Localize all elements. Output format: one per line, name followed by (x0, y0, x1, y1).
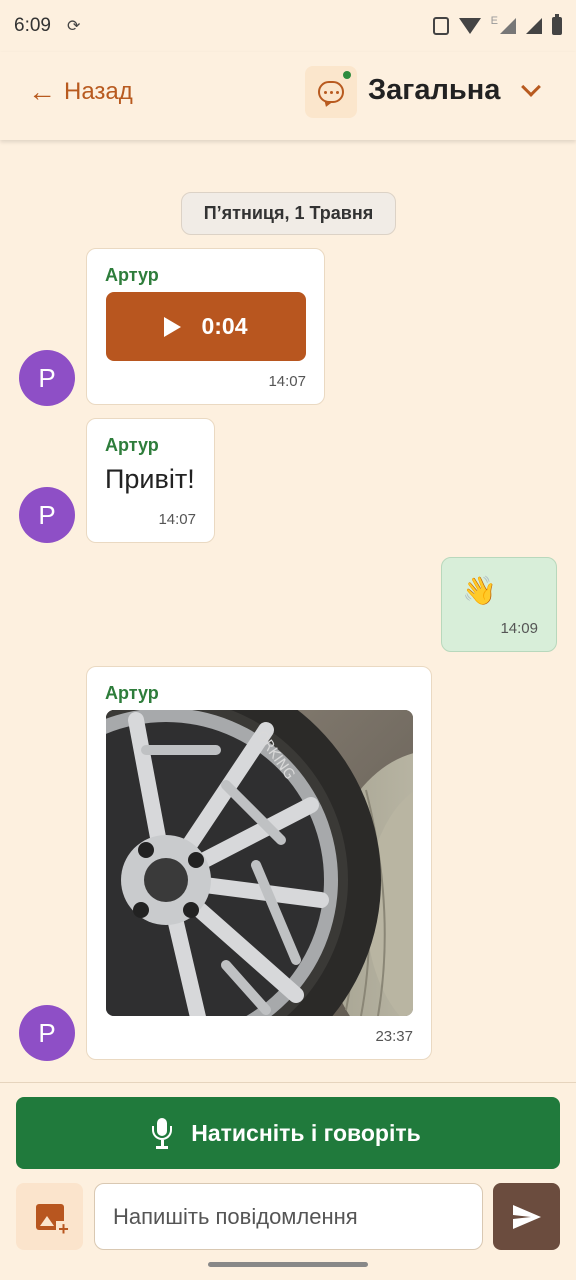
image-message: Артур ORKING 23:37 (86, 666, 432, 1060)
audio-play-button[interactable]: 0:04 (106, 292, 306, 361)
room-title[interactable]: Загальна (368, 74, 500, 107)
send-icon (512, 1204, 541, 1229)
microphone-icon (152, 1118, 173, 1149)
status-bar: 6:09 ⟳ E (0, 0, 576, 52)
message-text: Привіт! (105, 464, 195, 494)
message-input[interactable] (94, 1183, 483, 1250)
signal-icon-2 (526, 18, 542, 34)
signal-icon (500, 18, 516, 34)
back-label: Назад (64, 78, 133, 105)
chevron-down-icon[interactable] (521, 77, 541, 97)
message-time: 14:07 (268, 373, 306, 390)
audio-duration: 0:04 (201, 313, 248, 339)
audio-message: Артур 0:04 14:07 (86, 248, 325, 405)
push-to-talk-label: Натисніть і говоріть (191, 1119, 421, 1146)
text-message: Артур Привіт! 14:07 (86, 418, 215, 543)
chat-bubble-icon (318, 81, 344, 103)
composer: Натисніть і говоріть + (0, 1082, 576, 1280)
arrow-left-icon: ← (28, 76, 56, 107)
add-image-button[interactable]: + (16, 1183, 83, 1250)
room-icon[interactable] (305, 66, 357, 118)
own-message: 👋 14:09 (441, 557, 557, 652)
wave-emoji: 👋 (462, 575, 497, 606)
network-type-badge: E (490, 15, 498, 27)
push-to-talk-button[interactable]: Натисніть і говоріть (16, 1097, 560, 1169)
avatar[interactable]: P (19, 487, 75, 543)
play-icon (164, 316, 182, 337)
sync-icon: ⟳ (66, 18, 81, 35)
status-icons: E (432, 14, 562, 35)
send-button[interactable] (493, 1183, 560, 1250)
avatar[interactable]: P (19, 1005, 75, 1061)
add-photo-icon: + (35, 1203, 72, 1238)
vibrate-icon (432, 17, 449, 35)
sender-name: Артур (105, 683, 159, 703)
date-separator: П’ятниця, 1 Травня (181, 192, 396, 235)
message-time: 14:07 (158, 511, 196, 528)
sender-name: Артур (105, 265, 159, 285)
back-button[interactable]: ← Назад (28, 78, 133, 106)
online-indicator (343, 71, 351, 79)
wifi-icon (458, 18, 481, 34)
status-time: 6:09 (14, 15, 51, 36)
chat-header: ← Назад Загальна (0, 52, 576, 140)
home-indicator[interactable] (208, 1262, 368, 1267)
message-time: 23:37 (375, 1028, 413, 1045)
message-photo[interactable]: ORKING (106, 710, 413, 1016)
message-time: 14:09 (500, 620, 538, 637)
wheel-photo: ORKING (106, 710, 413, 1016)
sender-name: Артур (105, 435, 159, 455)
avatar[interactable]: P (19, 350, 75, 406)
battery-icon (552, 14, 562, 35)
